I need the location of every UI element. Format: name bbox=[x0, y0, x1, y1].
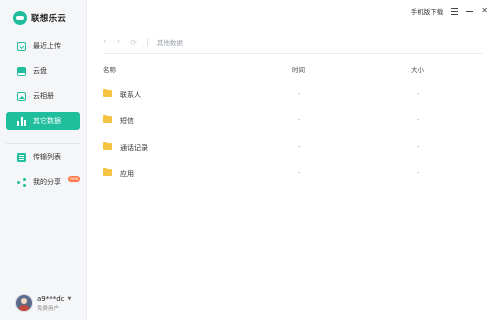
row-size: - bbox=[417, 90, 420, 98]
sidebar-item-transfer-list[interactable]: 传输列表 bbox=[6, 148, 80, 166]
row-time: - bbox=[298, 116, 301, 124]
folder-icon bbox=[103, 167, 112, 176]
folder-icon bbox=[103, 141, 112, 150]
sidebar-item-label: 云盘 bbox=[33, 67, 47, 75]
recent-upload-icon bbox=[17, 41, 26, 51]
table-row[interactable]: 应用 - - bbox=[103, 163, 483, 183]
row-size: - bbox=[417, 169, 420, 177]
chevron-down-icon[interactable]: ▼ bbox=[68, 296, 72, 302]
cloud-disk-icon bbox=[17, 66, 26, 76]
row-size: - bbox=[417, 143, 420, 151]
row-name: 应用 bbox=[120, 170, 134, 178]
photo-album-icon bbox=[17, 91, 26, 101]
row-name: 短信 bbox=[120, 117, 134, 125]
column-header-name[interactable]: 名称 bbox=[103, 64, 116, 74]
toolbar-divider-line bbox=[103, 53, 483, 54]
column-header-size[interactable]: 大小 bbox=[411, 64, 424, 74]
sidebar-item-other-data[interactable]: 其它数据 bbox=[6, 112, 80, 130]
refresh-icon[interactable]: ⟳ bbox=[130, 38, 137, 47]
row-name: 联系人 bbox=[120, 91, 141, 99]
mobile-download-link[interactable]: 手机版下载 bbox=[411, 6, 444, 16]
avatar[interactable] bbox=[15, 294, 33, 312]
user-profile[interactable]: a9***dc ▼ 免费用户 bbox=[15, 294, 71, 312]
sidebar: 联想乐云 最近上传 云盘 云相册 其它数据 传输列表 我的分享 new a9**… bbox=[0, 0, 87, 320]
column-header-time[interactable]: 时间 bbox=[292, 64, 305, 74]
row-name: 通话记录 bbox=[120, 144, 148, 152]
bar-chart-icon bbox=[17, 116, 26, 126]
sidebar-item-label: 云相册 bbox=[33, 92, 54, 100]
toolbar-divider bbox=[146, 38, 148, 46]
window-controls: 手机版下载 ✕ bbox=[411, 6, 488, 17]
close-icon[interactable]: ✕ bbox=[481, 7, 488, 15]
sidebar-item-my-share[interactable]: 我的分享 new bbox=[6, 173, 81, 191]
back-arrow-icon[interactable]: ‹ bbox=[103, 37, 107, 47]
sidebar-item-recent-upload[interactable]: 最近上传 bbox=[6, 37, 80, 55]
sidebar-item-label: 最近上传 bbox=[33, 42, 61, 50]
folder-icon bbox=[103, 88, 112, 97]
table-row[interactable]: 通话记录 - - bbox=[103, 137, 483, 157]
brand: 联想乐云 bbox=[13, 10, 66, 26]
transfer-list-icon bbox=[17, 152, 26, 162]
brand-name: 联想乐云 bbox=[31, 14, 67, 24]
minimize-icon[interactable] bbox=[466, 10, 474, 12]
toolbar: ‹ › ⟳ 其他数据 bbox=[103, 36, 183, 48]
sidebar-divider bbox=[6, 143, 80, 144]
table-row[interactable]: 联系人 - - bbox=[103, 84, 483, 104]
sidebar-item-cloud-disk[interactable]: 云盘 bbox=[6, 62, 80, 80]
row-time: - bbox=[298, 169, 301, 177]
user-name: a9***dc bbox=[37, 294, 65, 303]
new-badge: new bbox=[68, 176, 81, 182]
row-time: - bbox=[298, 143, 301, 151]
forward-arrow-icon[interactable]: › bbox=[117, 37, 121, 47]
sidebar-item-photo-album[interactable]: 云相册 bbox=[6, 87, 80, 105]
folder-icon bbox=[103, 114, 112, 123]
row-size: - bbox=[417, 116, 420, 124]
user-info: a9***dc ▼ 免费用户 bbox=[37, 295, 71, 312]
sidebar-item-label: 其它数据 bbox=[33, 117, 61, 125]
sidebar-item-label: 传输列表 bbox=[33, 153, 61, 161]
table-row[interactable]: 短信 - - bbox=[103, 110, 483, 130]
share-icon bbox=[17, 177, 26, 187]
cloud-logo-icon bbox=[13, 11, 27, 25]
breadcrumb: 其他数据 bbox=[156, 39, 183, 47]
user-name-row[interactable]: a9***dc ▼ bbox=[37, 295, 71, 303]
menu-icon[interactable] bbox=[451, 7, 459, 15]
row-time: - bbox=[298, 90, 301, 98]
user-plan: 免费用户 bbox=[37, 305, 60, 312]
sidebar-item-label: 我的分享 bbox=[33, 178, 61, 186]
